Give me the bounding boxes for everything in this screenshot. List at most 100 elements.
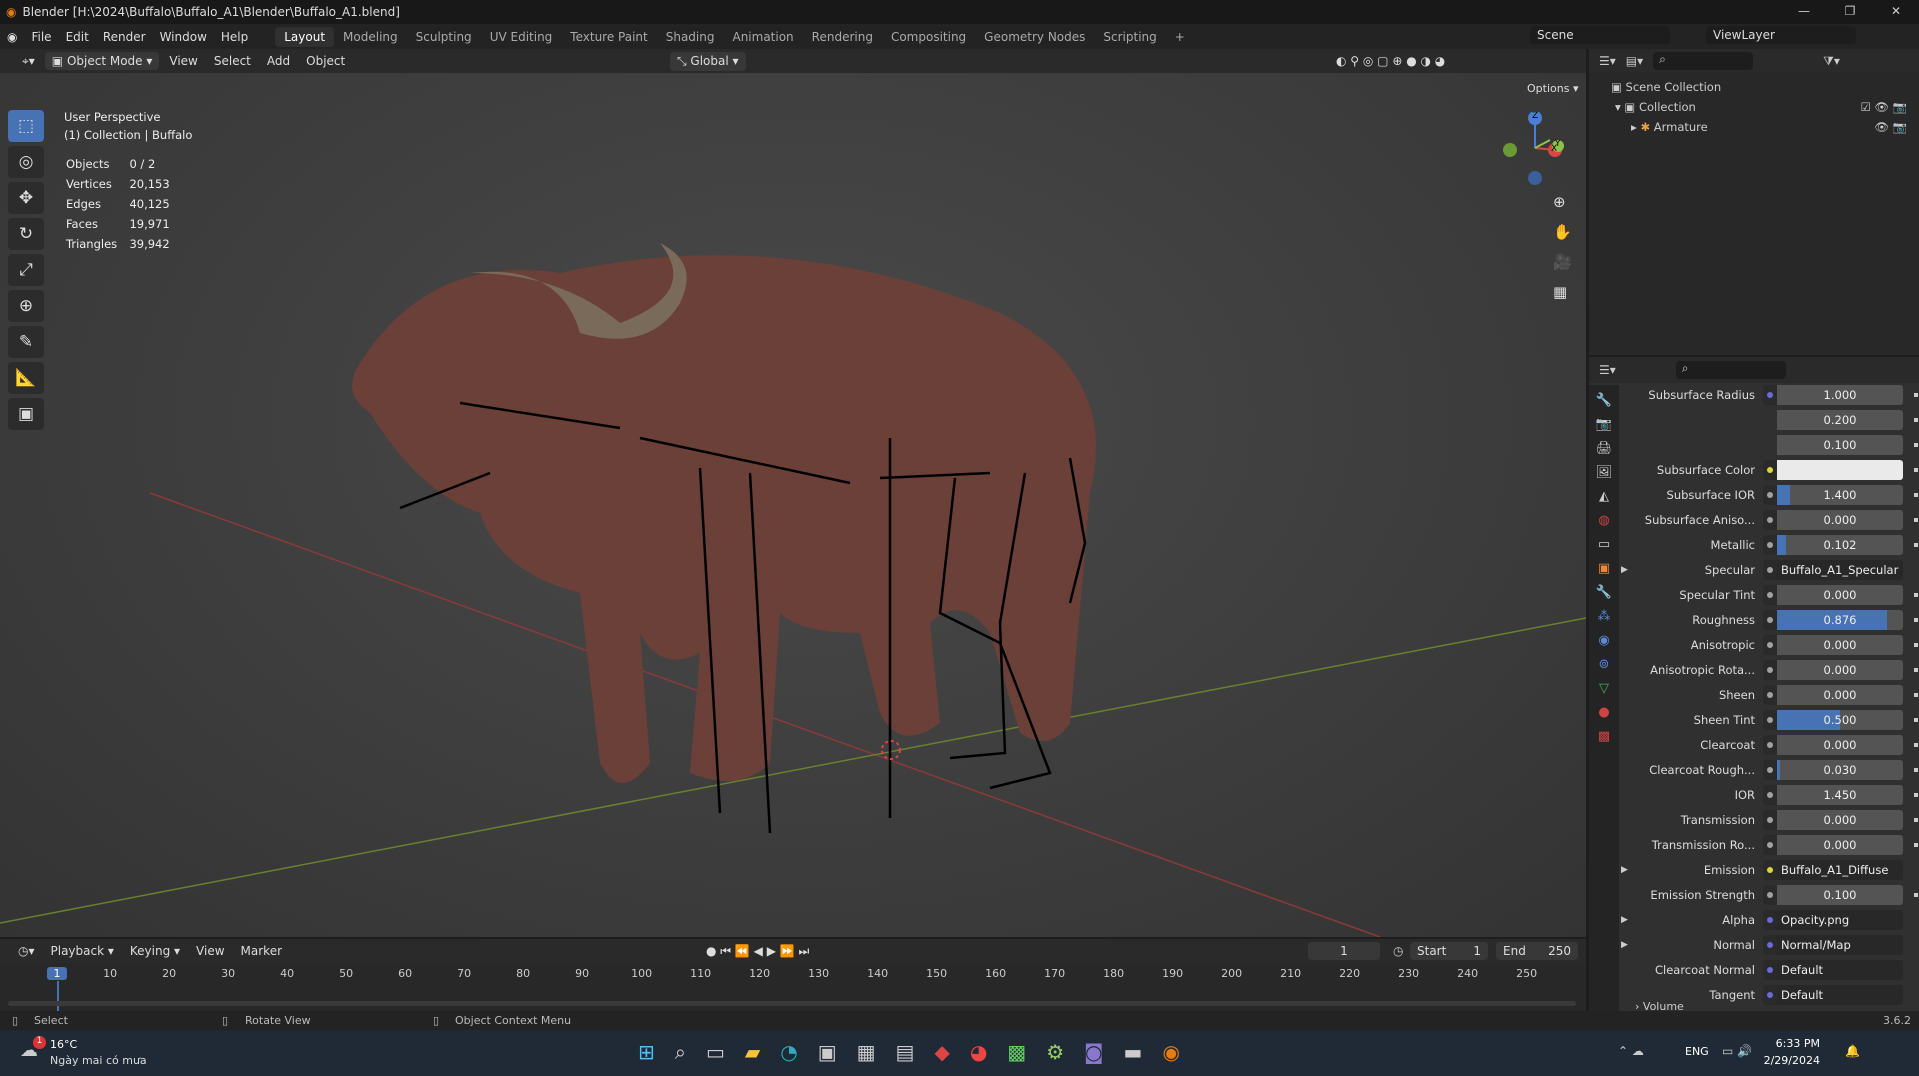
keyframe-dot-icon[interactable] <box>1914 892 1918 897</box>
clock-date[interactable]: 2/29/2024 <box>1760 1054 1820 1067</box>
terminal-icon[interactable]: ▬ <box>1124 1040 1143 1064</box>
keyframe-dot-icon[interactable] <box>1914 617 1918 622</box>
tab-layout[interactable]: Layout <box>275 26 335 47</box>
socket-icon[interactable] <box>1763 884 1777 905</box>
socket-icon[interactable] <box>1763 459 1777 480</box>
keyframe-dot-icon[interactable] <box>1914 792 1918 797</box>
tab-animation[interactable]: Animation <box>723 27 802 47</box>
socket-icon[interactable] <box>1763 984 1777 1005</box>
menu-playback[interactable]: Playback ▾ <box>45 944 120 958</box>
keyframe-dot-icon[interactable] <box>1914 692 1918 697</box>
outliner-collection[interactable]: ▾ ▣ Collection ☑ 👁 📷 <box>1611 97 1919 117</box>
network-volume-icons[interactable]: ▭ 🔊 <box>1722 1044 1752 1058</box>
close-button[interactable]: ✕ <box>1873 0 1919 22</box>
tab-modeling[interactable]: Modeling <box>334 27 407 47</box>
particles-tab-icon[interactable]: ⁂ <box>1598 609 1611 624</box>
property-value-field[interactable]: 0.100 <box>1777 434 1903 455</box>
keyframe-dot-icon[interactable] <box>1914 817 1918 822</box>
timeline-ruler[interactable]: 1 10 20 30 40 50 60 70 80 90 100 110 120 130 140 150 160… <box>0 963 1586 1011</box>
search-icon[interactable]: ⌕ <box>675 1040 686 1064</box>
notifications-bell-icon[interactable]: 🔔 <box>1845 1044 1860 1058</box>
keyframe-dot-icon[interactable] <box>1914 467 1918 472</box>
menu-render[interactable]: Render <box>96 30 153 44</box>
app-icon[interactable]: ▤ <box>896 1040 915 1064</box>
property-value-field[interactable]: Opacity.png <box>1777 909 1903 930</box>
property-value-field[interactable]: 0.000 <box>1777 809 1903 830</box>
app-icon[interactable]: ▩ <box>1007 1040 1026 1064</box>
keyframe-dot-icon[interactable] <box>1914 717 1918 722</box>
tool-tab-icon[interactable]: 🔧 <box>1596 393 1612 408</box>
navigation-gizmo[interactable]: Z Y X <box>1500 108 1570 188</box>
property-value-field[interactable]: 0.000 <box>1777 509 1903 530</box>
menu-add[interactable]: Add <box>261 54 296 68</box>
constraints-tab-icon[interactable]: ⊚ <box>1599 657 1610 672</box>
rotate-tool-icon[interactable]: ↻ <box>8 218 44 250</box>
start-menu-icon[interactable]: ⊞ <box>638 1040 655 1064</box>
maximize-button[interactable]: ❐ <box>1827 0 1873 22</box>
app-icon[interactable]: ◆ <box>934 1040 949 1064</box>
keyframe-dot-icon[interactable] <box>1914 392 1918 397</box>
keyframe-dot-icon[interactable] <box>1914 542 1918 547</box>
zoom-icon[interactable]: ⊕ <box>1553 193 1572 211</box>
socket-icon[interactable] <box>1763 534 1777 555</box>
transform-tool-icon[interactable]: ⊕ <box>8 290 44 322</box>
tab-sculpting[interactable]: Sculpting <box>407 27 481 47</box>
socket-icon[interactable] <box>1763 859 1777 880</box>
socket-icon[interactable] <box>1763 734 1777 755</box>
keyframe-dot-icon[interactable] <box>1914 517 1918 522</box>
property-value-field[interactable]: Default <box>1777 959 1903 980</box>
property-value-field[interactable]: 0.000 <box>1777 634 1903 655</box>
timeline-editor-icon[interactable]: ◷▾ <box>12 944 41 958</box>
keyframe-dot-icon[interactable] <box>1914 842 1918 847</box>
move-tool-icon[interactable]: ✥ <box>8 182 44 214</box>
blender-menu-icon[interactable]: ◉ <box>0 30 24 44</box>
socket-icon[interactable] <box>1763 634 1777 655</box>
menu-object[interactable]: Object <box>300 54 351 68</box>
properties-editor-icon[interactable]: ☰▾ <box>1599 363 1616 377</box>
property-value-field[interactable]: 1.000 <box>1777 384 1903 405</box>
grid-perspective-icon[interactable]: ▦ <box>1553 283 1572 301</box>
expand-arrow-icon[interactable]: ▶ <box>1621 565 1635 575</box>
scene-selector[interactable]: Scene <box>1530 26 1670 44</box>
visibility-icons[interactable]: 👁 📷 <box>1874 117 1907 137</box>
property-value-field[interactable]: 0.000 <box>1777 834 1903 855</box>
socket-icon[interactable] <box>1763 609 1777 630</box>
blender-taskbar-icon[interactable]: ◉ <box>1162 1040 1179 1064</box>
property-value-field[interactable]: 1.400 <box>1777 484 1903 505</box>
start-frame-field[interactable]: Start 1 <box>1410 942 1488 960</box>
end-frame-field[interactable]: End 250 <box>1496 942 1578 960</box>
socket-icon[interactable] <box>1763 559 1777 580</box>
tray-icons[interactable]: ⌃ ☁ <box>1618 1044 1644 1058</box>
chrome-icon[interactable]: ◕ <box>970 1040 987 1064</box>
texture-tab-icon[interactable]: ▩ <box>1598 729 1610 744</box>
socket-icon[interactable] <box>1763 509 1777 530</box>
property-value-field[interactable]: Default <box>1777 984 1903 1005</box>
socket-icon[interactable] <box>1763 834 1777 855</box>
3d-viewport[interactable]: ⬚ ◎ ✥ ↻ ⤢ ⊕ ✎ 📐 ▣ User Perspective (1) C… <box>0 73 1586 937</box>
orientation-dropdown[interactable]: ⤡ Global ▾ <box>670 51 746 71</box>
properties-search-field[interactable]: ⌕ <box>1675 361 1786 379</box>
collection-tab-icon[interactable]: ▭ <box>1598 537 1610 552</box>
minimize-button[interactable]: — <box>1781 0 1827 22</box>
menu-window[interactable]: Window <box>153 30 214 44</box>
add-workspace-button[interactable]: + <box>1166 27 1194 47</box>
options-dropdown[interactable]: Options ▾ <box>1520 80 1586 97</box>
socket-icon[interactable] <box>1763 584 1777 605</box>
camera-view-icon[interactable]: 🎥 <box>1553 253 1572 271</box>
keyframe-dot-icon[interactable] <box>1914 442 1918 447</box>
store-icon[interactable]: ▦ <box>857 1040 876 1064</box>
edge-icon[interactable]: ◔ <box>780 1040 797 1064</box>
outliner-editor-icon[interactable]: ☰▾ <box>1599 54 1616 68</box>
expand-arrow-icon[interactable]: ▶ <box>1621 915 1635 925</box>
tab-compositing[interactable]: Compositing <box>882 27 975 47</box>
keyframe-dot-icon[interactable] <box>1914 492 1918 497</box>
cursor-tool-icon[interactable]: ◎ <box>8 146 44 178</box>
view-layer-selector[interactable]: ViewLayer <box>1706 26 1856 44</box>
property-value-field[interactable]: Buffalo_A1_Diffuse <box>1777 859 1903 880</box>
outliner-scene-collection[interactable]: ▣ Scene Collection <box>1611 77 1919 97</box>
expand-arrow-icon[interactable]: ▶ <box>1621 940 1635 950</box>
app-icon[interactable]: ▣ <box>818 1040 837 1064</box>
visibility-icons[interactable]: ☑ 👁 📷 <box>1860 97 1907 117</box>
socket-icon[interactable] <box>1763 709 1777 730</box>
select-box-tool-icon[interactable]: ⬚ <box>8 110 44 142</box>
